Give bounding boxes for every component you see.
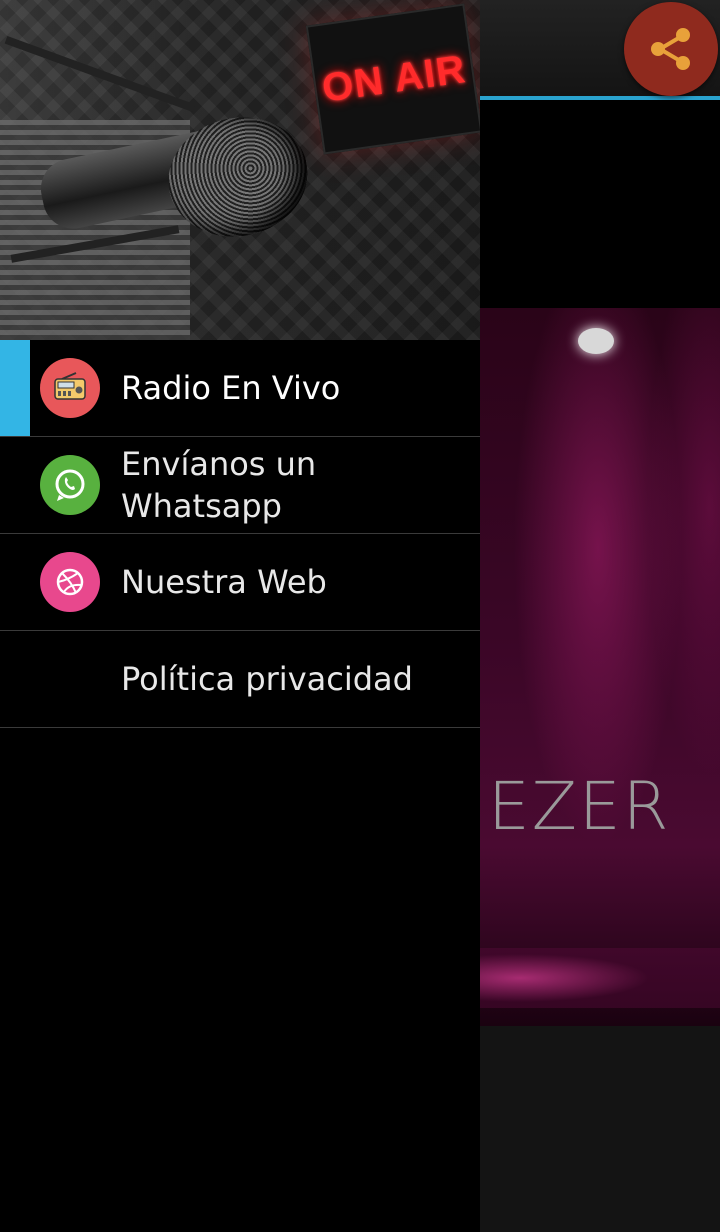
menu-item-nuestra-web[interactable]: Nuestra Web (0, 534, 480, 631)
menu-item-label: Radio En Vivo (121, 369, 341, 407)
spotlight (578, 328, 614, 354)
menu-item-radio-en-vivo[interactable]: Radio En Vivo (0, 340, 480, 437)
dribbble-icon (40, 552, 100, 612)
on-air-sign: ON AIR (305, 3, 480, 155)
app-content-band (480, 100, 720, 308)
menu-item-label: Nuestra Web (121, 563, 327, 601)
share-icon (651, 28, 690, 70)
drawer-header-image: ON AIR (0, 0, 480, 340)
menu-item-politica-privacidad[interactable]: Política privacidad (0, 631, 480, 728)
banner-text: EZER (488, 768, 671, 845)
on-air-text: ON AIR (319, 46, 469, 111)
station-banner-image: EZER (480, 308, 720, 1026)
mic-arm (4, 36, 196, 112)
navigation-drawer: ON AIR Radio En Vivo Envíanos un Whatsap… (0, 0, 480, 1232)
app-bottom-area (480, 1026, 720, 1232)
active-indicator (0, 340, 30, 436)
radio-icon (40, 358, 100, 418)
share-button[interactable] (624, 2, 718, 96)
drawer-menu: Radio En Vivo Envíanos un Whatsapp Nuest… (0, 340, 480, 728)
menu-item-label: Envíanos un Whatsapp (121, 445, 317, 525)
menu-item-label: Política privacidad (121, 660, 413, 698)
menu-item-whatsapp[interactable]: Envíanos un Whatsapp (0, 437, 480, 534)
whatsapp-icon (40, 455, 100, 515)
stage-floor (480, 948, 720, 1008)
